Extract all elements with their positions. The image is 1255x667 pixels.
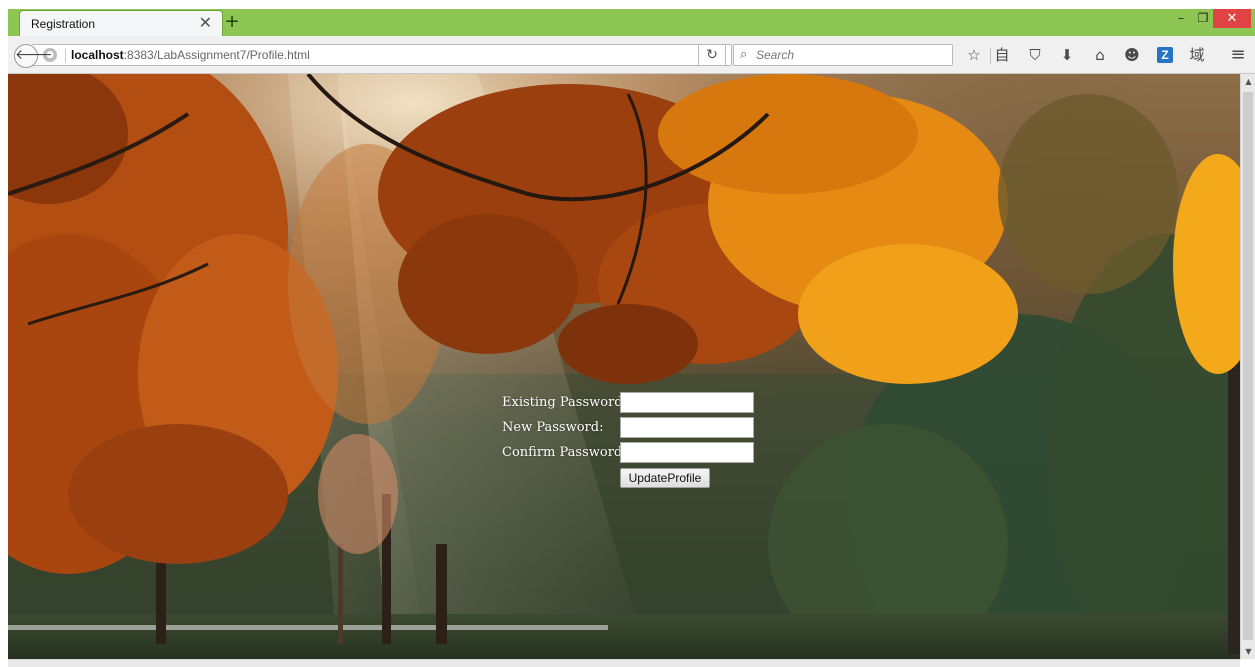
new-password-input[interactable] xyxy=(620,417,754,438)
browser-titlebar: Registration ✕ + – ❐ ✕ xyxy=(8,9,1255,36)
maximize-button[interactable]: ❐ xyxy=(1192,9,1214,28)
back-arrow-icon: 🡐 xyxy=(15,47,53,63)
navigation-bar: ● localhost:8383/LabAssignment7/Profile.… xyxy=(8,36,1255,74)
tab-close-icon[interactable]: ✕ xyxy=(199,13,212,33)
confirm-password-label: Confirm Password: xyxy=(502,445,627,460)
scroll-up-icon[interactable]: ▲ xyxy=(1241,74,1255,89)
autumn-forest-background xyxy=(8,74,1240,659)
download-icon[interactable]: ⬇ xyxy=(1056,45,1078,65)
page-viewport: Existing Password: New Password: Confirm… xyxy=(8,74,1240,659)
bookmark-star-icon[interactable]: ☆ xyxy=(963,45,985,65)
search-bar[interactable]: ⌕ xyxy=(733,44,953,66)
scroll-down-icon[interactable]: ▼ xyxy=(1241,644,1255,659)
reload-button[interactable]: ↻ xyxy=(698,44,726,66)
url-host: localhost xyxy=(71,48,124,62)
pocket-icon[interactable]: ⛉ xyxy=(1024,45,1046,65)
confirm-password-row: Confirm Password: xyxy=(502,442,762,464)
tab-title: Registration xyxy=(31,17,96,31)
minimize-button[interactable]: – xyxy=(1170,9,1192,28)
update-profile-button[interactable]: UpdateProfile xyxy=(620,468,710,488)
horizontal-scrollbar[interactable] xyxy=(8,659,1240,667)
menu-icon[interactable]: ≡ xyxy=(1227,45,1249,65)
url-divider xyxy=(65,48,66,63)
chat-icon[interactable]: ☻ xyxy=(1121,45,1143,65)
new-tab-button[interactable]: + xyxy=(222,10,242,34)
browser-tab[interactable]: Registration ✕ xyxy=(19,10,223,36)
url-bar[interactable]: ● localhost:8383/LabAssignment7/Profile.… xyxy=(32,44,732,66)
back-button[interactable]: 🡐 xyxy=(14,44,53,68)
search-icon: ⌕ xyxy=(740,47,748,62)
vertical-scrollbar[interactable]: ▲ ▼ xyxy=(1240,74,1255,659)
z-extension-icon[interactable]: Z xyxy=(1157,47,1173,63)
url-path: :8383/LabAssignment7/Profile.html xyxy=(123,48,310,62)
new-password-row: New Password: xyxy=(502,417,762,439)
confirm-password-input[interactable] xyxy=(620,442,754,463)
url-text[interactable]: localhost:8383/LabAssignment7/Profile.ht… xyxy=(71,48,310,62)
search-input[interactable] xyxy=(756,46,948,64)
existing-password-input[interactable] xyxy=(620,392,754,413)
new-password-label: New Password: xyxy=(502,420,604,435)
reading-list-icon[interactable]: 自 xyxy=(991,45,1013,65)
existing-password-row: Existing Password: xyxy=(502,392,762,414)
domain-extension-icon[interactable]: 域 xyxy=(1186,45,1208,65)
close-window-button[interactable]: ✕ xyxy=(1213,9,1251,28)
existing-password-label: Existing Password: xyxy=(502,395,627,410)
home-icon[interactable]: ⌂ xyxy=(1089,45,1111,65)
vertical-scroll-thumb[interactable] xyxy=(1243,92,1253,640)
